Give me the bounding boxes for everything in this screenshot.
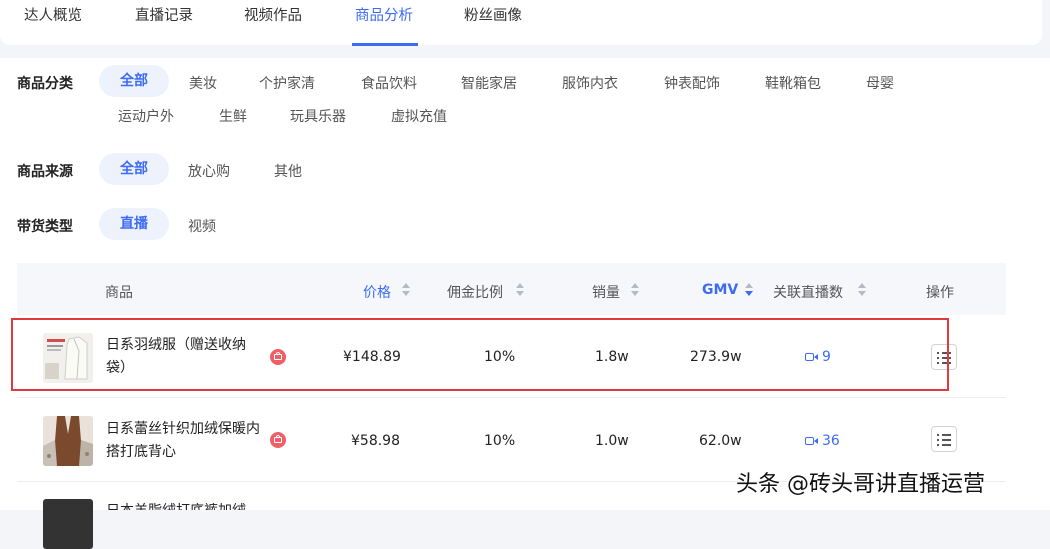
- filter-label-source: 商品来源: [17, 164, 73, 180]
- product-name[interactable]: 日本羊脂绒打底裤加绒: [106, 500, 276, 510]
- sort-icon[interactable]: [631, 282, 641, 298]
- column-header-gmv[interactable]: GMV: [702, 282, 738, 298]
- type-chip-video[interactable]: 视频: [188, 216, 216, 236]
- filter-label-sales-type: 带货类型: [17, 219, 73, 235]
- column-header-price[interactable]: 价格: [363, 282, 391, 302]
- category-chip-smart-home[interactable]: 智能家居: [461, 73, 517, 93]
- shop-badge-icon: [270, 432, 286, 448]
- row-divider: [17, 397, 1006, 398]
- category-chip-fresh[interactable]: 生鲜: [219, 106, 247, 126]
- sort-icon[interactable]: [516, 282, 526, 298]
- sort-icon[interactable]: [745, 282, 755, 298]
- highlight-box: [11, 318, 949, 391]
- tab-overview[interactable]: 达人概览: [24, 4, 82, 25]
- source-chip-other[interactable]: 其他: [274, 161, 302, 181]
- tab-live-records[interactable]: 直播记录: [135, 4, 193, 25]
- commission-cell: 10%: [484, 433, 516, 449]
- sales-cell: 1.0w: [595, 433, 629, 449]
- tab-videos[interactable]: 视频作品: [244, 4, 302, 25]
- filter-label-category: 商品分类: [17, 76, 73, 92]
- price-cell: ¥58.98: [351, 433, 400, 449]
- row-detail-button[interactable]: [931, 426, 957, 452]
- column-header-linked-lives[interactable]: 关联直播数: [773, 282, 843, 302]
- product-thumbnail[interactable]: [43, 416, 93, 466]
- tab-bar: 达人概览 直播记录 视频作品 商品分析 粉丝画像: [0, 0, 1042, 46]
- source-chip-all[interactable]: 全部: [99, 153, 169, 185]
- category-chip-personal-care[interactable]: 个护家清: [259, 73, 315, 93]
- watermark: 头条 @砖头哥讲直播运营: [736, 472, 985, 497]
- tab-product-analysis[interactable]: 商品分析: [355, 4, 413, 25]
- column-header-product: 商品: [105, 285, 133, 301]
- category-chip-all[interactable]: 全部: [99, 65, 169, 97]
- camera-icon: [805, 437, 818, 445]
- category-chip-virtual[interactable]: 虚拟充值: [391, 106, 447, 126]
- category-chip-apparel[interactable]: 服饰内衣: [562, 73, 618, 93]
- product-name[interactable]: 日系蕾丝针织加绒保暖内搭打底背心: [106, 418, 266, 464]
- category-chip-watches[interactable]: 钟表配饰: [664, 73, 720, 93]
- active-tab-indicator: [352, 43, 418, 46]
- source-chip-trusted[interactable]: 放心购: [188, 161, 230, 181]
- tab-fan-profile[interactable]: 粉丝画像: [464, 4, 522, 25]
- sort-icon[interactable]: [858, 282, 868, 298]
- category-chip-baby[interactable]: 母婴: [866, 73, 894, 93]
- column-header-commission[interactable]: 佣金比例: [447, 282, 503, 302]
- gmv-cell: 62.0w: [699, 433, 742, 449]
- category-chip-beauty[interactable]: 美妆: [189, 73, 217, 93]
- column-header-sales[interactable]: 销量: [592, 282, 620, 302]
- category-chip-shoes-bags[interactable]: 鞋靴箱包: [765, 73, 821, 93]
- linked-lives-link[interactable]: 36: [822, 433, 840, 449]
- category-chip-toys[interactable]: 玩具乐器: [290, 106, 346, 126]
- sort-icon[interactable]: [402, 282, 412, 298]
- category-chip-outdoor[interactable]: 运动户外: [118, 106, 174, 126]
- column-header-actions: 操作: [926, 285, 954, 301]
- product-thumbnail[interactable]: [43, 499, 93, 549]
- category-chip-food[interactable]: 食品饮料: [361, 73, 417, 93]
- type-chip-live[interactable]: 直播: [99, 208, 169, 240]
